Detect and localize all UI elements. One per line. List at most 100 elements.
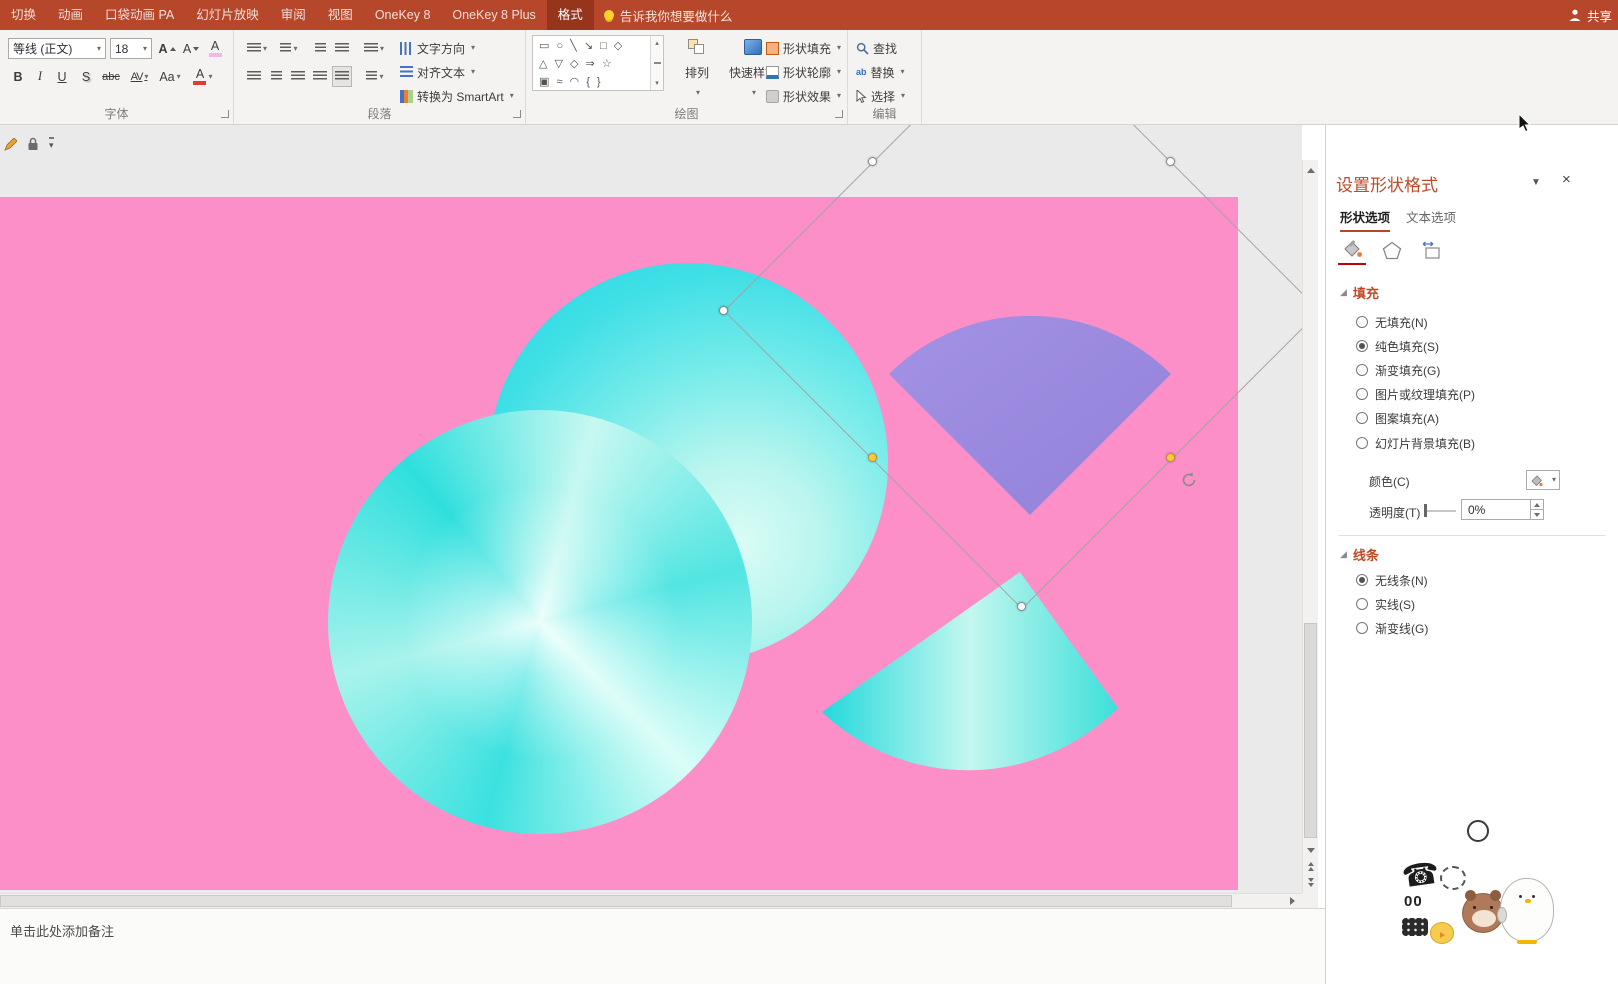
- shapes-gallery-scrollbar[interactable]: ▴ ▾: [650, 36, 663, 90]
- grow-font-button[interactable]: A: [156, 38, 178, 59]
- radio-icon[interactable]: [1356, 412, 1368, 424]
- tab-onekey-8-plus[interactable]: OneKey 8 Plus: [441, 0, 546, 30]
- radio-icon[interactable]: [1356, 316, 1368, 328]
- shape-outline-button[interactable]: 形状轮廓 ▾: [766, 62, 841, 82]
- pane-options-icon[interactable]: ▼: [1531, 177, 1541, 188]
- font-size-select[interactable]: 18 ▾: [110, 38, 152, 59]
- fill-option-picture[interactable]: 图片或纹理填充(P): [1356, 386, 1475, 402]
- line-option-gradient[interactable]: 渐变线(G): [1356, 620, 1428, 636]
- columns-button[interactable]: ▾: [362, 66, 388, 87]
- horizontal-scrollbar-thumb[interactable]: [0, 895, 1232, 907]
- fill-option-none[interactable]: 无填充(N): [1356, 314, 1428, 330]
- pane-tab-text-options[interactable]: 文本选项: [1406, 207, 1456, 230]
- fill-and-line-tab-button[interactable]: [1338, 237, 1366, 265]
- radio-icon[interactable]: [1356, 437, 1368, 449]
- vertical-scrollbar-thumb[interactable]: [1304, 623, 1317, 838]
- spin-down-button[interactable]: [1531, 509, 1543, 519]
- tab-animations[interactable]: 动画: [47, 0, 94, 30]
- slide-canvas[interactable]: ▾: [0, 125, 1302, 893]
- fill-option-gradient[interactable]: 渐变填充(G): [1356, 362, 1440, 378]
- scroll-down-icon[interactable]: ▾: [655, 79, 659, 87]
- transparency-slider-thumb[interactable]: [1424, 504, 1427, 517]
- notes-placeholder[interactable]: 单击此处添加备注: [10, 924, 114, 939]
- share-button[interactable]: 共享: [1562, 0, 1618, 30]
- next-slide-button[interactable]: [1303, 874, 1319, 890]
- find-button[interactable]: 查找: [856, 38, 897, 58]
- radio-icon[interactable]: [1356, 388, 1368, 400]
- radio-icon[interactable]: [1356, 340, 1368, 352]
- tab-slide-show[interactable]: 幻灯片放映: [185, 0, 270, 30]
- shrink-font-button[interactable]: A: [180, 38, 202, 59]
- justify-button[interactable]: [310, 66, 330, 87]
- underline-button[interactable]: U: [52, 66, 72, 87]
- align-center-button[interactable]: [266, 66, 286, 87]
- tell-me-search[interactable]: 告诉我你想要做什么: [603, 6, 732, 25]
- italic-button[interactable]: I: [30, 66, 50, 87]
- decrease-indent-button[interactable]: [310, 38, 330, 59]
- text-shadow-button[interactable]: S: [76, 66, 96, 87]
- distribute-text-button[interactable]: [332, 66, 352, 87]
- line-section-header[interactable]: ◢ 线条: [1340, 545, 1379, 564]
- line-option-none[interactable]: 无线条(N): [1356, 572, 1428, 588]
- gallery-more-icon[interactable]: [653, 62, 661, 64]
- horizontal-scrollbar[interactable]: [0, 893, 1302, 908]
- fill-color-button[interactable]: ▾: [1526, 470, 1560, 490]
- paragraph-dialog-launcher-icon[interactable]: [513, 110, 521, 118]
- text-direction-button[interactable]: 文字方向 ▾: [400, 38, 475, 58]
- fill-option-pattern[interactable]: 图案填充(A): [1356, 410, 1439, 426]
- shapes-row[interactable]: ▣ ≈ ◠ { }: [533, 72, 650, 90]
- shapes-row[interactable]: △ ▽ ◇ ⇒ ☆: [533, 54, 650, 72]
- numbering-button[interactable]: ▾: [276, 38, 302, 59]
- scroll-up-button[interactable]: [1303, 162, 1319, 178]
- previous-slide-button[interactable]: [1303, 858, 1319, 874]
- rotate-handle-icon[interactable]: [1180, 471, 1198, 489]
- shapes-row[interactable]: ▭ ○ ╲ ↘ □ ◇: [533, 36, 650, 54]
- tab-format[interactable]: 格式: [546, 0, 594, 30]
- pane-tab-shape-options[interactable]: 形状选项: [1340, 207, 1391, 232]
- transparency-slider-track[interactable]: [1426, 510, 1456, 512]
- bullets-button[interactable]: ▾: [244, 38, 270, 59]
- replace-button[interactable]: ab 替换 ▾: [856, 62, 905, 82]
- align-left-button[interactable]: [244, 66, 264, 87]
- font-color-button[interactable]: A ▾: [188, 66, 218, 87]
- notes-pane[interactable]: 单击此处添加备注: [0, 908, 1325, 984]
- tab-review[interactable]: 审阅: [270, 0, 317, 30]
- adjustment-handle[interactable]: [1166, 453, 1175, 462]
- bold-button[interactable]: B: [8, 66, 28, 87]
- shapes-gallery[interactable]: ▭ ○ ╲ ↘ □ ◇ △ ▽ ◇ ⇒ ☆ ▣ ≈ ◠ { } ▴ ▾: [532, 35, 664, 91]
- effects-tab-button[interactable]: [1378, 237, 1406, 265]
- shape-effects-button[interactable]: 形状效果 ▾: [766, 86, 841, 106]
- fill-option-slide-background[interactable]: 幻灯片背景填充(B): [1356, 435, 1475, 451]
- fill-option-solid[interactable]: 纯色填充(S): [1356, 338, 1439, 354]
- selection-handle[interactable]: [719, 306, 728, 315]
- shape-pie-cyan[interactable]: [822, 572, 1118, 771]
- radio-icon[interactable]: [1356, 364, 1368, 376]
- convert-to-smartart-button[interactable]: 转换为 SmartArt ▾: [400, 86, 514, 106]
- align-right-button[interactable]: [288, 66, 308, 87]
- spin-up-button[interactable]: [1531, 500, 1543, 509]
- drawing-dialog-launcher-icon[interactable]: [835, 110, 843, 118]
- shape-fill-button[interactable]: 形状填充 ▾: [766, 38, 841, 58]
- selection-handle[interactable]: [868, 157, 877, 166]
- tab-view[interactable]: 视图: [317, 0, 364, 30]
- radio-icon[interactable]: [1356, 598, 1368, 610]
- line-option-solid[interactable]: 实线(S): [1356, 596, 1415, 612]
- tab-onekey-8[interactable]: OneKey 8: [364, 0, 442, 30]
- size-properties-tab-button[interactable]: [1418, 237, 1446, 265]
- radio-icon[interactable]: [1356, 574, 1368, 586]
- font-dialog-launcher-icon[interactable]: [221, 110, 229, 118]
- strikethrough-button[interactable]: abc: [98, 66, 124, 87]
- change-case-button[interactable]: Aa ▾: [156, 66, 184, 87]
- scroll-up-icon[interactable]: ▴: [655, 39, 659, 47]
- clear-formatting-button[interactable]: A: [204, 38, 226, 59]
- scroll-right-button[interactable]: [1284, 893, 1300, 909]
- selection-handle[interactable]: [1017, 602, 1026, 611]
- line-spacing-button[interactable]: ▾: [360, 38, 388, 59]
- vertical-scrollbar[interactable]: [1302, 160, 1318, 893]
- tab-pocket-animation-pa[interactable]: 口袋动画 PA: [94, 0, 185, 30]
- character-spacing-button[interactable]: AV ▾: [126, 66, 152, 87]
- scroll-down-button[interactable]: [1303, 842, 1319, 858]
- close-icon[interactable]: ×: [1562, 171, 1571, 188]
- font-family-select[interactable]: 等线 (正文) ▾: [8, 38, 106, 59]
- transparency-input[interactable]: 0%: [1461, 499, 1544, 520]
